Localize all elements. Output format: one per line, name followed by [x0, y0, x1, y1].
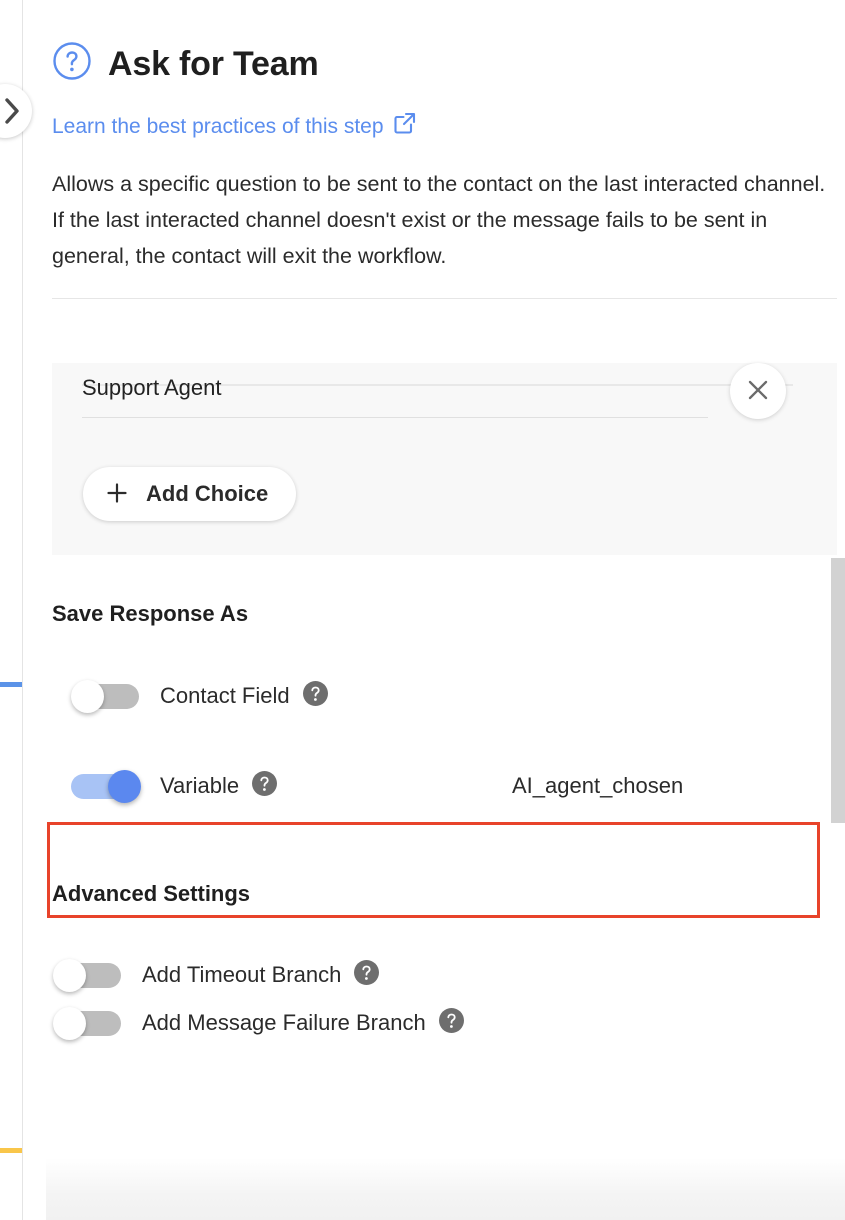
- add-message-failure-branch-label: Add Message Failure Branch: [142, 1010, 426, 1036]
- add-timeout-branch-label: Add Timeout Branch: [142, 962, 341, 988]
- help-circle-icon[interactable]: [303, 681, 328, 711]
- page-title: Ask for Team: [108, 47, 318, 81]
- help-circle-icon[interactable]: [354, 960, 379, 990]
- learn-best-practices-link[interactable]: Learn the best practices of this step: [52, 111, 417, 141]
- question-circle-icon: [52, 41, 92, 86]
- choices-panel: Add Choice: [52, 363, 837, 555]
- workflow-edge-connector-blue: [0, 682, 22, 687]
- variable-value[interactable]: AI_agent_chosen: [512, 773, 683, 799]
- help-circle-icon[interactable]: [252, 771, 277, 801]
- add-choice-button[interactable]: Add Choice: [83, 467, 296, 521]
- toggle-thumb: [108, 770, 141, 803]
- save-response-heading: Save Response As: [52, 601, 845, 627]
- workflow-edge-connector-amber: [0, 1148, 22, 1153]
- panel-header: Ask for Team: [52, 0, 845, 86]
- contact-field-toggle[interactable]: [71, 682, 139, 710]
- add-message-failure-branch-toggle[interactable]: [53, 1009, 121, 1037]
- add-timeout-branch-row: Add Timeout Branch: [52, 960, 845, 990]
- learn-link-label: Learn the best practices of this step: [52, 116, 384, 137]
- contact-field-toggle-row: Contact Field: [52, 681, 845, 711]
- panel-scrollbar[interactable]: [831, 558, 845, 823]
- remove-choice-button[interactable]: [730, 363, 786, 419]
- add-message-failure-branch-row: Add Message Failure Branch: [52, 1008, 845, 1038]
- plus-icon: [105, 481, 129, 508]
- section-divider: [52, 298, 837, 299]
- choice-row: [52, 363, 837, 431]
- add-choice-label: Add Choice: [146, 481, 268, 507]
- variable-toggle[interactable]: [71, 772, 139, 800]
- close-icon: [747, 379, 769, 404]
- panel-footer-fade: [46, 1158, 845, 1220]
- chevron-right-icon: [4, 98, 21, 124]
- choice-input[interactable]: [82, 376, 708, 400]
- step-settings-panel: Ask for Team Learn the best practices of…: [23, 0, 845, 1220]
- workflow-canvas-strip: [0, 0, 23, 1220]
- toggle-thumb: [71, 680, 104, 713]
- add-timeout-branch-toggle[interactable]: [53, 961, 121, 989]
- variable-toggle-row: Variable AI_agent_chosen: [52, 740, 845, 832]
- advanced-settings-heading: Advanced Settings: [52, 881, 845, 907]
- external-link-icon: [393, 111, 417, 141]
- toggle-thumb: [53, 1007, 86, 1040]
- help-circle-icon[interactable]: [439, 1008, 464, 1038]
- step-description: Allows a specific question to be sent to…: [52, 166, 836, 274]
- choice-input-wrapper: [82, 376, 708, 417]
- variable-label: Variable: [160, 773, 239, 799]
- toggle-thumb: [53, 959, 86, 992]
- contact-field-label: Contact Field: [160, 683, 290, 709]
